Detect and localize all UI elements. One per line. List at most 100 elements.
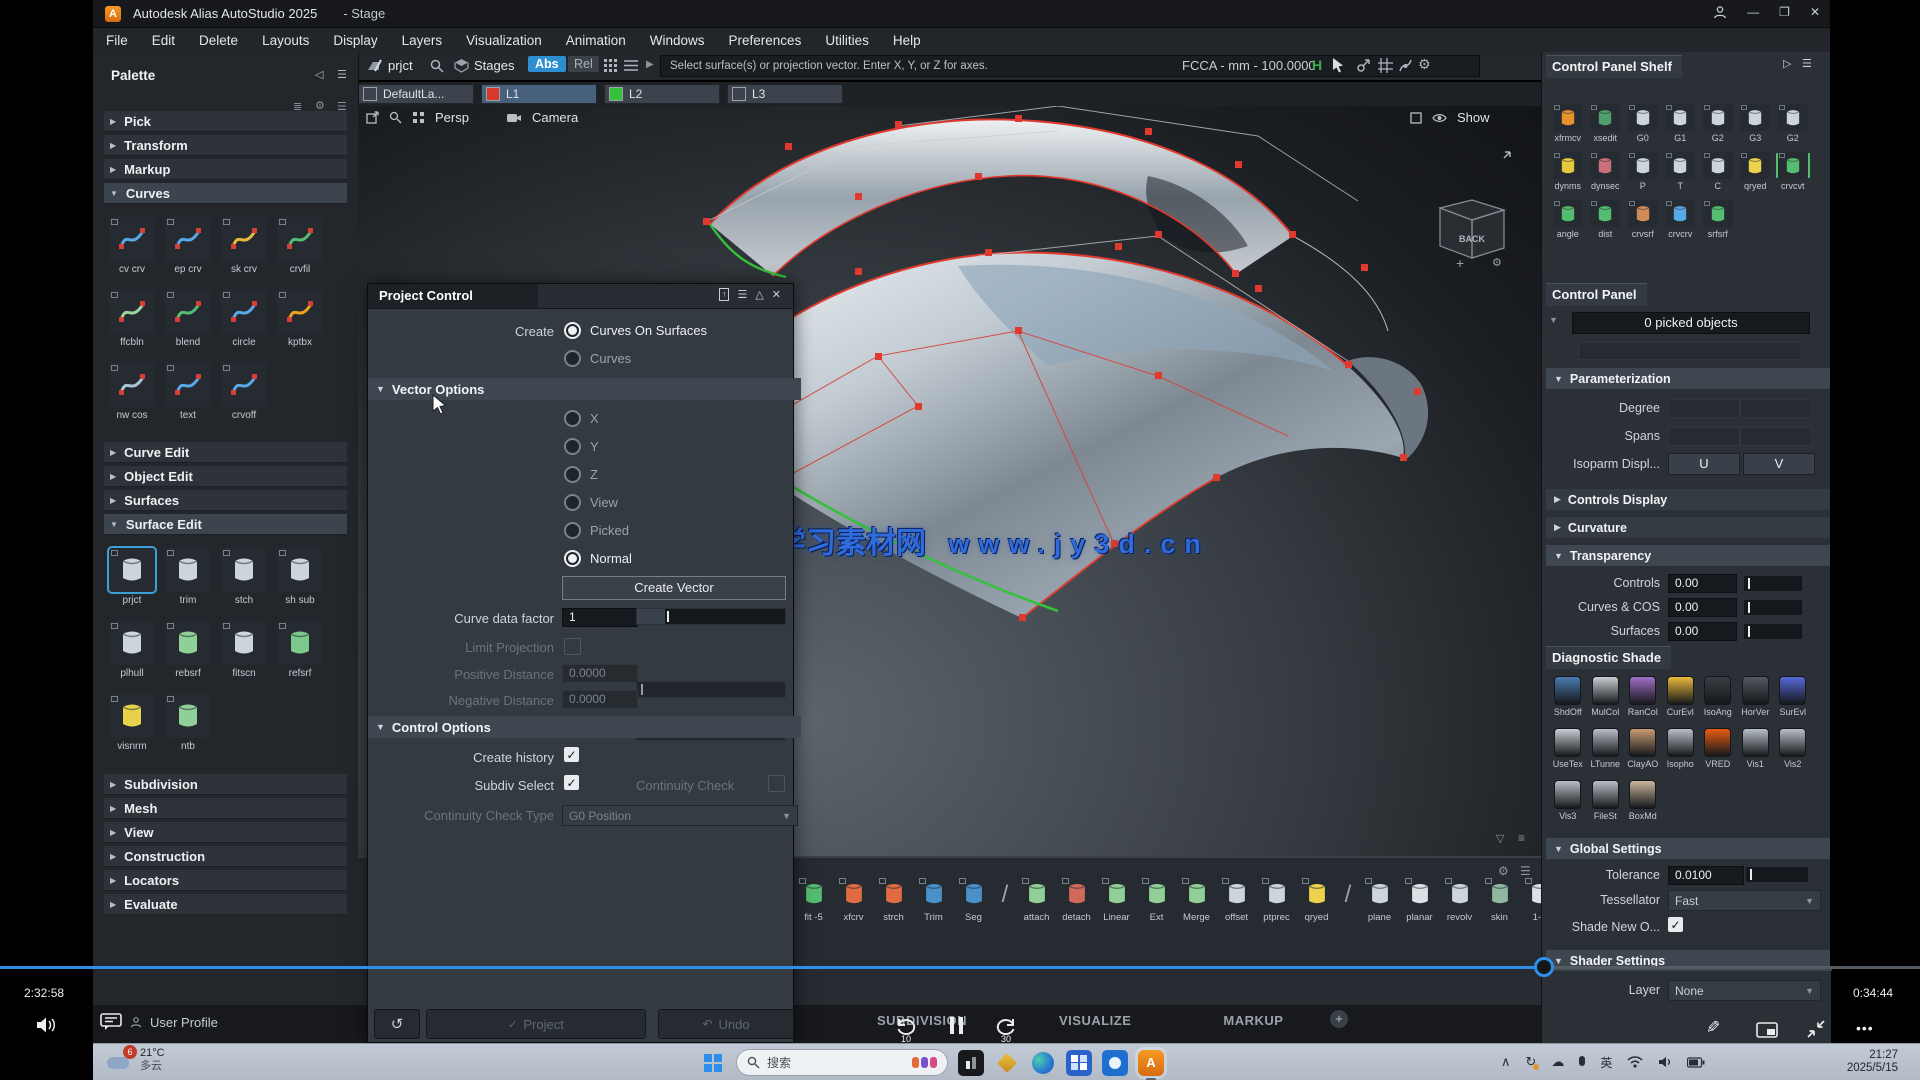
undo-button[interactable]: ↶Undo xyxy=(658,1009,794,1039)
pause-button[interactable] xyxy=(950,1017,963,1034)
create-option-1[interactable]: Curves On Surfaces xyxy=(564,322,707,339)
viewport-menu-icon[interactable]: ≡ xyxy=(1518,831,1525,845)
vector-option[interactable]: View xyxy=(564,488,632,516)
close-button[interactable]: ✕ xyxy=(1810,5,1820,19)
search-box[interactable]: 搜索 xyxy=(736,1049,948,1076)
shelf-panel-tool[interactable]: crvcvt xyxy=(1774,152,1812,200)
shelf-tool[interactable]: Trim xyxy=(917,878,950,923)
palette-tool[interactable]: circle xyxy=(216,290,272,363)
palette-section[interactable]: Evaluate xyxy=(104,894,347,915)
shelf-tool[interactable]: offset xyxy=(1220,878,1253,923)
play-icon[interactable]: ▷ xyxy=(1783,57,1791,70)
shading-mode[interactable]: MulCol xyxy=(1587,676,1625,728)
snap-point-icon[interactable] xyxy=(1356,58,1371,73)
degree-u-field[interactable] xyxy=(1668,399,1740,418)
radio-icon[interactable] xyxy=(564,350,581,367)
shelf-panel-tool[interactable]: crvcrv xyxy=(1662,200,1700,248)
subdiv-select-checkbox[interactable]: ✓ xyxy=(564,775,579,790)
battery-icon[interactable] xyxy=(1687,1057,1705,1068)
shelf-panel-tool[interactable]: G2 xyxy=(1699,104,1737,152)
microphone-icon[interactable] xyxy=(1579,1053,1585,1071)
shelf-panel-tool[interactable]: crvsrf xyxy=(1624,200,1662,248)
create-history-checkbox[interactable]: ✓ xyxy=(564,747,579,762)
transparency-value[interactable]: 0.00 xyxy=(1668,574,1737,593)
curvature-section[interactable]: ▶Curvature xyxy=(1546,517,1832,538)
transparency-value[interactable]: 0.00 xyxy=(1668,622,1737,641)
persp-label[interactable]: Persp xyxy=(435,110,469,125)
layer-dropdown[interactable]: None▼ xyxy=(1668,980,1821,1001)
files-app-icon[interactable] xyxy=(1102,1050,1128,1076)
palette-section[interactable]: Curve Edit xyxy=(104,442,347,463)
picked-expand-icon[interactable]: ▼ xyxy=(1549,315,1558,325)
shelf-tool[interactable] xyxy=(1340,878,1356,912)
camera-icon[interactable] xyxy=(507,112,522,124)
shelf-tool[interactable]: fit -5 xyxy=(797,878,830,923)
palette-tool[interactable]: ntb xyxy=(160,694,216,767)
palette-section[interactable]: Surface Edit xyxy=(104,514,347,535)
palette-tool[interactable]: blend xyxy=(160,290,216,363)
layer-swatch[interactable] xyxy=(609,87,623,101)
picked-detail-field[interactable] xyxy=(1578,342,1802,360)
gear-icon[interactable]: ⚙ xyxy=(1418,56,1431,73)
create-option-2[interactable]: Curves xyxy=(564,350,631,367)
shelf-panel-tool[interactable]: G3 xyxy=(1737,104,1775,152)
palette-section[interactable]: View xyxy=(104,822,347,843)
shading-mode[interactable]: ClayAO xyxy=(1624,728,1662,780)
list-icon[interactable] xyxy=(624,59,638,72)
shelf-panel-tool[interactable]: G0 xyxy=(1624,104,1662,152)
palette-tool[interactable]: crvfil xyxy=(272,217,328,290)
vector-option[interactable]: Y xyxy=(564,432,632,460)
onedrive-icon[interactable]: ☁ xyxy=(1551,1054,1564,1070)
shelf-tool[interactable]: Merge xyxy=(1180,878,1213,923)
vector-option[interactable]: Z xyxy=(564,460,632,488)
ime-indicator[interactable]: 英 xyxy=(1600,1054,1612,1071)
layer-swatch[interactable] xyxy=(732,87,746,101)
continuity-check-type-dropdown[interactable]: G0 Position▼ xyxy=(562,805,798,826)
degree-v-field[interactable] xyxy=(1740,399,1812,418)
shelf-menu-icon[interactable]: ☰ xyxy=(1520,864,1531,878)
shelf-panel-tool[interactable]: dynsec xyxy=(1587,152,1625,200)
shading-mode[interactable]: SurEvl xyxy=(1774,676,1812,728)
shelf-tool[interactable]: skin xyxy=(1483,878,1516,923)
clock[interactable]: 21:27 2025/5/15 xyxy=(1798,1049,1898,1075)
curve-data-factor-field[interactable]: 1 xyxy=(562,608,638,627)
positive-distance-slider[interactable] xyxy=(636,681,786,698)
tolerance-field[interactable]: 0.0100 xyxy=(1668,866,1744,885)
palette-tool[interactable]: fitscn xyxy=(216,621,272,694)
shelf-tab[interactable]: MARKUP xyxy=(1223,1013,1283,1028)
radio-icon[interactable] xyxy=(564,322,581,339)
palette-tool[interactable]: nw cos xyxy=(104,363,160,436)
project-button[interactable]: ✓Project xyxy=(426,1009,646,1039)
transparency-slider[interactable] xyxy=(1743,623,1803,640)
shelf-panel-tool[interactable]: xfrmcv xyxy=(1549,104,1587,152)
progress-bar-remaining[interactable] xyxy=(1541,966,1920,969)
palette-tool[interactable]: crvoff xyxy=(216,363,272,436)
playhead[interactable] xyxy=(1534,957,1554,977)
layer-tab[interactable]: L3 xyxy=(727,84,843,104)
palette-tool[interactable]: ffcbln xyxy=(104,290,160,363)
volume-icon[interactable] xyxy=(36,1016,58,1034)
view-cube[interactable]: BACK + ⚙ xyxy=(1426,150,1516,270)
viewport-expand-icon[interactable]: ▽ xyxy=(1496,832,1504,845)
maximize-button[interactable]: ❐ xyxy=(1779,5,1790,19)
snap-curve-icon[interactable] xyxy=(1398,58,1413,73)
shelf-tool[interactable] xyxy=(997,878,1013,912)
shading-mode[interactable]: IsoAng xyxy=(1699,676,1737,728)
layer-swatch[interactable] xyxy=(363,87,377,101)
radio-icon[interactable] xyxy=(564,466,581,483)
shelf-tool[interactable]: qryed xyxy=(1300,878,1333,923)
palette-tool[interactable]: sh sub xyxy=(272,548,328,621)
search-icon[interactable] xyxy=(430,59,444,73)
control-options-section[interactable]: ▼Control Options xyxy=(368,716,801,738)
start-button[interactable] xyxy=(700,1050,726,1076)
limit-projection-checkbox[interactable] xyxy=(564,638,581,655)
wifi-icon[interactable] xyxy=(1627,1056,1643,1068)
spans-v-field[interactable] xyxy=(1740,427,1812,446)
menu-item[interactable]: File xyxy=(106,33,128,48)
shelf-tool[interactable]: detach xyxy=(1060,878,1093,923)
revert-button[interactable]: ↺ xyxy=(374,1009,420,1039)
annotate-pencil-icon[interactable]: ✎ xyxy=(1706,1018,1720,1038)
palette-section[interactable]: Curves xyxy=(104,183,347,204)
transparency-slider[interactable] xyxy=(1743,599,1803,616)
shading-mode[interactable]: Vis3 xyxy=(1549,780,1587,832)
